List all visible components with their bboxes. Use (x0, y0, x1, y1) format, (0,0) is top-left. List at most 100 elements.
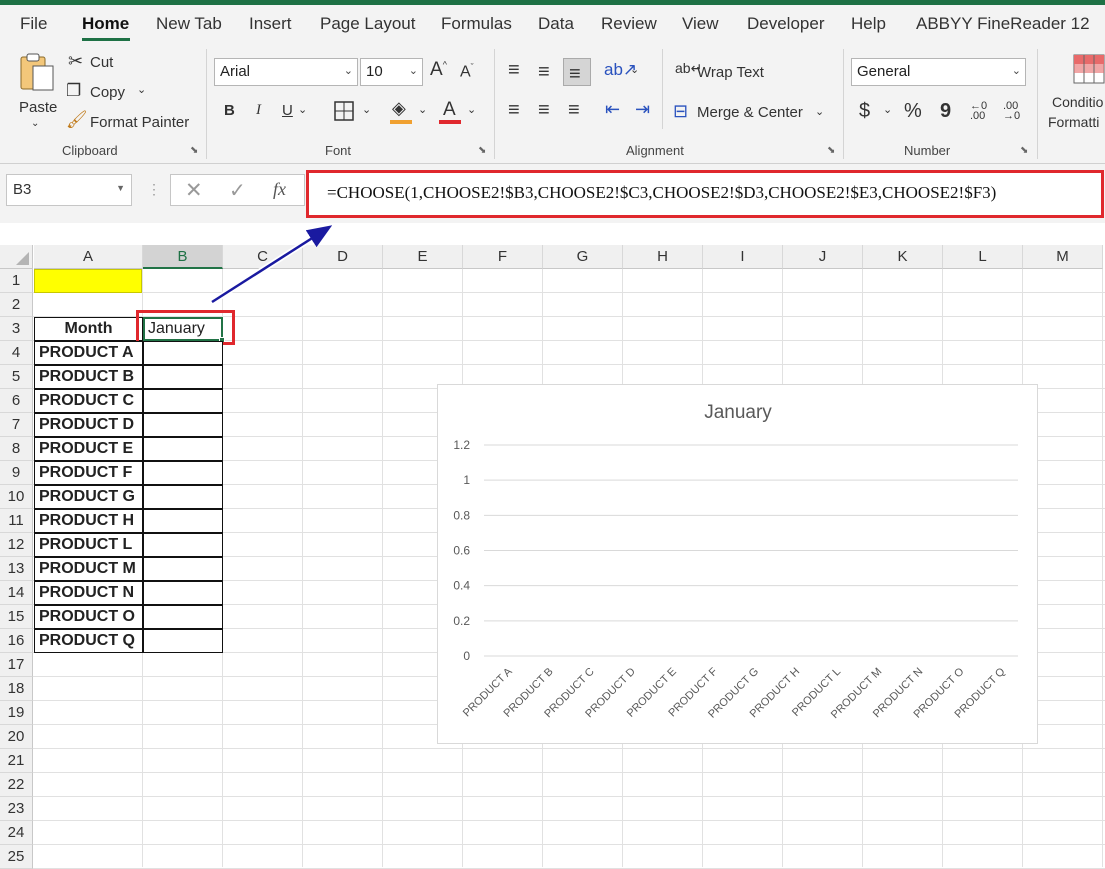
alignment-launcher-icon[interactable]: ⬊ (827, 145, 835, 156)
column-header-a[interactable]: A (34, 245, 143, 269)
copy-button[interactable]: Copy (90, 84, 125, 101)
tab-page-layout[interactable]: Page Layout (320, 14, 415, 34)
column-header-k[interactable]: K (863, 245, 943, 269)
product-label-cell[interactable]: PRODUCT A (34, 341, 143, 365)
product-value-cell[interactable] (143, 533, 223, 557)
italic-button[interactable]: I (256, 102, 261, 119)
row-header-4[interactable]: 4 (0, 341, 33, 365)
merge-center-button[interactable]: Merge & Center (697, 104, 803, 121)
decrease-decimal-icon[interactable]: .00 →0 (1003, 101, 1020, 122)
column-header-i[interactable]: I (703, 245, 783, 269)
row-header-18[interactable]: 18 (0, 677, 33, 701)
brush-icon[interactable]: 🖌 (66, 111, 88, 128)
product-value-cell[interactable] (143, 341, 223, 365)
bold-button[interactable]: B (224, 102, 235, 119)
row-header-23[interactable]: 23 (0, 797, 33, 821)
tab-file[interactable]: File (20, 14, 47, 34)
row-header-20[interactable]: 20 (0, 725, 33, 749)
row-header-5[interactable]: 5 (0, 365, 33, 389)
product-value-cell[interactable] (143, 557, 223, 581)
tab-home[interactable]: Home (82, 14, 129, 34)
row-header-22[interactable]: 22 (0, 773, 33, 797)
row-header-9[interactable]: 9 (0, 461, 33, 485)
font-color-icon[interactable]: A (443, 99, 456, 121)
column-header-f[interactable]: F (463, 245, 543, 269)
tab-insert[interactable]: Insert (249, 14, 292, 34)
chevron-down-icon[interactable]: ⌄ (298, 105, 307, 116)
row-header-24[interactable]: 24 (0, 821, 33, 845)
row-header-11[interactable]: 11 (0, 509, 33, 533)
number-format-select[interactable]: General ⌄ (851, 58, 1026, 86)
decrease-font-icon[interactable]: Aˇ (460, 62, 474, 81)
select-all-corner[interactable] (0, 245, 33, 269)
product-value-cell[interactable] (143, 413, 223, 437)
product-value-cell[interactable] (143, 485, 223, 509)
product-label-cell[interactable]: PRODUCT O (34, 605, 143, 629)
column-header-d[interactable]: D (303, 245, 383, 269)
product-value-cell[interactable] (143, 509, 223, 533)
product-value-cell[interactable] (143, 389, 223, 413)
borders-icon[interactable] (334, 101, 354, 121)
insert-function-button[interactable]: fx (273, 179, 286, 200)
cancel-icon[interactable]: ✕ (185, 178, 203, 203)
wrap-text-button[interactable]: Wrap Text (697, 64, 764, 81)
scissors-icon[interactable]: ✂ (68, 52, 83, 70)
row-header-8[interactable]: 8 (0, 437, 33, 461)
align-bottom-button[interactable]: ≡ (563, 58, 591, 86)
product-label-cell[interactable]: PRODUCT B (34, 365, 143, 389)
product-label-cell[interactable]: PRODUCT D (34, 413, 143, 437)
splitter-handle-icon[interactable]: ⋮ (147, 181, 161, 198)
row-header-17[interactable]: 17 (0, 653, 33, 677)
product-value-cell[interactable] (143, 605, 223, 629)
align-left-icon[interactable]: ≡ (508, 100, 520, 120)
align-right-icon[interactable]: ≡ (568, 100, 580, 120)
product-label-cell[interactable]: PRODUCT E (34, 437, 143, 461)
formula-input[interactable]: =CHOOSE(1,CHOOSE2!$B3,CHOOSE2!$C3,CHOOSE… (306, 170, 1104, 218)
cell-a1-highlight[interactable] (34, 269, 142, 293)
row-header-10[interactable]: 10 (0, 485, 33, 509)
align-center-icon[interactable]: ≡ (538, 100, 550, 120)
tab-developer[interactable]: Developer (747, 14, 825, 34)
paste-button[interactable]: Paste ⌄ (14, 51, 60, 131)
row-header-19[interactable]: 19 (0, 701, 33, 725)
row-header-21[interactable]: 21 (0, 749, 33, 773)
product-value-cell[interactable] (143, 581, 223, 605)
row-header-15[interactable]: 15 (0, 605, 33, 629)
decrease-indent-icon[interactable]: ⇤ (605, 100, 620, 118)
product-value-cell[interactable] (143, 437, 223, 461)
product-value-cell[interactable] (143, 629, 223, 653)
product-label-cell[interactable]: PRODUCT F (34, 461, 143, 485)
row-header-6[interactable]: 6 (0, 389, 33, 413)
row-header-16[interactable]: 16 (0, 629, 33, 653)
conditional-formatting-label[interactable]: Conditio (1052, 94, 1103, 110)
fill-color-icon[interactable]: ◈ (392, 99, 406, 117)
product-label-cell[interactable]: PRODUCT H (34, 509, 143, 533)
increase-font-icon[interactable]: A^ (430, 59, 447, 81)
row-header-14[interactable]: 14 (0, 581, 33, 605)
align-middle-icon[interactable]: ≡ (538, 62, 550, 82)
column-header-m[interactable]: M (1023, 245, 1103, 269)
chevron-down-icon[interactable]: ⌄ (630, 65, 639, 76)
tab-view[interactable]: View (682, 14, 719, 34)
row-header-1[interactable]: 1 (0, 269, 33, 293)
percent-button[interactable]: % (904, 100, 922, 123)
product-label-cell[interactable]: PRODUCT N (34, 581, 143, 605)
row-header-25[interactable]: 25 (0, 845, 33, 869)
copy-dropdown-icon[interactable]: ⌄ (137, 85, 146, 96)
merge-icon[interactable]: ⊟ (673, 102, 688, 120)
chart[interactable]: January 1.2 1 0.8 0.6 0.4 0.2 0 PRODUCT A PRODUCT… (437, 384, 1038, 744)
column-header-l[interactable]: L (943, 245, 1023, 269)
chevron-down-icon[interactable]: ⌄ (467, 105, 476, 116)
chevron-down-icon[interactable]: ⌄ (883, 105, 892, 116)
comma-button[interactable]: 9 (940, 100, 951, 123)
column-header-g[interactable]: G (543, 245, 623, 269)
product-label-cell[interactable]: PRODUCT C (34, 389, 143, 413)
product-label-cell[interactable]: PRODUCT M (34, 557, 143, 581)
copy-icon[interactable]: ❐ (66, 82, 81, 99)
product-label-cell[interactable]: PRODUCT L (34, 533, 143, 557)
align-top-icon[interactable]: ≡ (508, 60, 520, 80)
row-header-12[interactable]: 12 (0, 533, 33, 557)
underline-button[interactable]: U (282, 102, 293, 119)
tab-review[interactable]: Review (601, 14, 657, 34)
font-name-select[interactable]: Arial ⌄ (214, 58, 358, 86)
